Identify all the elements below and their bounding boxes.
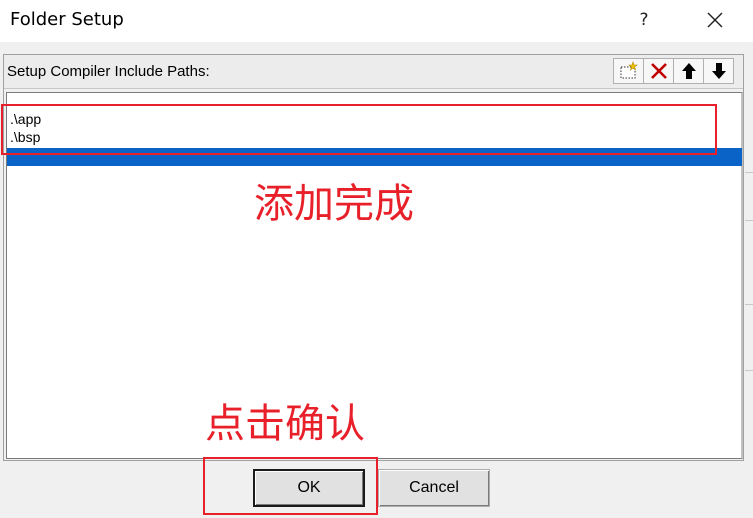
new-path-button[interactable] (613, 58, 644, 84)
include-paths-group: Setup Compiler Include Paths: .\app .\bs… (3, 54, 744, 461)
move-down-button[interactable] (703, 58, 734, 84)
move-up-icon (681, 63, 696, 79)
edge-divider (745, 304, 753, 305)
include-paths-label: Setup Compiler Include Paths: (7, 63, 210, 80)
edge-divider (745, 172, 753, 173)
delete-path-button[interactable] (643, 58, 674, 84)
help-button[interactable]: ? (626, 4, 662, 36)
cancel-button[interactable]: Cancel (378, 469, 490, 507)
list-item-new-selected[interactable] (7, 148, 742, 166)
window-title: Folder Setup (10, 9, 124, 30)
annotation-confirm: 点击确认 (205, 401, 365, 447)
move-up-button[interactable] (673, 58, 704, 84)
list-item-app[interactable]: .\app (10, 110, 41, 128)
include-paths-list[interactable]: .\app .\bsp (6, 92, 743, 459)
list-item-bsp[interactable]: .\bsp (10, 128, 40, 146)
ok-button[interactable]: OK (253, 469, 365, 507)
close-button[interactable] (695, 4, 735, 36)
include-paths-header: Setup Compiler Include Paths: (4, 55, 743, 89)
new-folder-icon (620, 61, 638, 79)
close-icon (707, 12, 723, 28)
title-bar: Folder Setup ? (0, 0, 753, 42)
background-window-edge (745, 42, 753, 518)
path-toolbar (613, 58, 734, 84)
delete-icon (650, 63, 667, 79)
edge-divider (745, 370, 753, 371)
dialog-body: Setup Compiler Include Paths: .\app .\bs… (0, 42, 753, 518)
move-down-icon (711, 63, 726, 79)
edge-divider (745, 220, 753, 221)
annotation-added: 添加完成 (254, 181, 414, 227)
